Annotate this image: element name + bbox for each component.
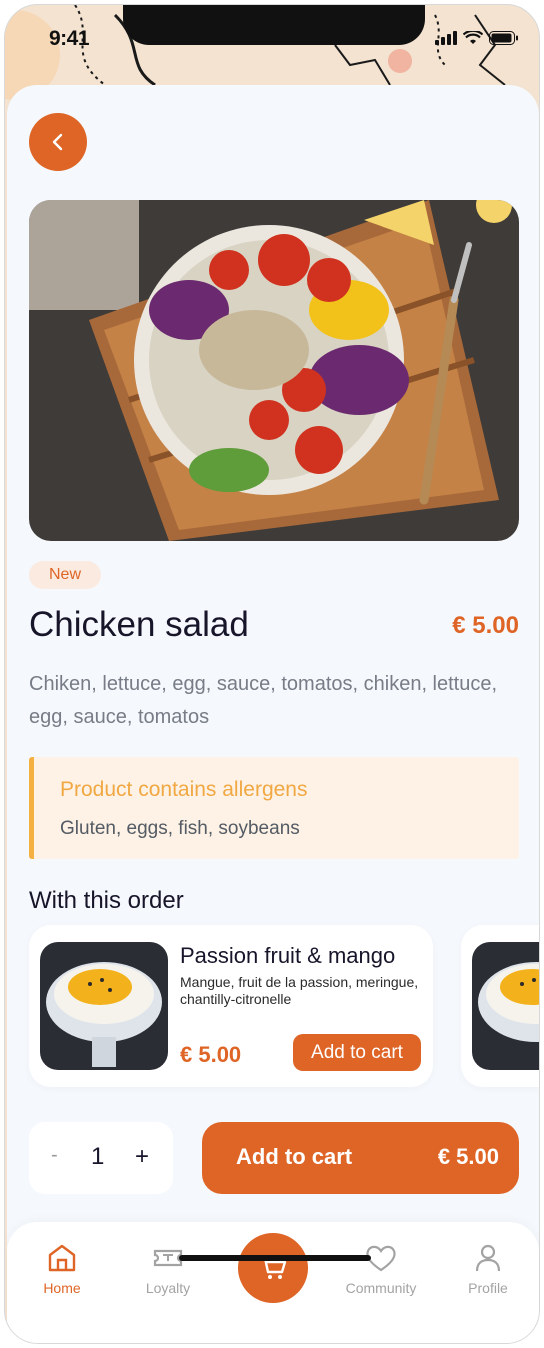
home-icon <box>48 1244 76 1272</box>
product-image <box>29 200 519 541</box>
chevron-left-icon <box>52 133 63 151</box>
dessert-image <box>40 942 168 1070</box>
add-to-cart-label: Add to cart <box>236 1144 353 1169</box>
tab-loyalty[interactable]: Loyalty <box>123 1242 213 1296</box>
tab-label: Community <box>345 1280 417 1296</box>
tab-label: Home <box>43 1280 81 1296</box>
new-badge: New <box>29 561 102 589</box>
quantity-value: 1 <box>91 1143 105 1170</box>
tab-profile[interactable]: Profile <box>443 1242 533 1296</box>
tab-label: Loyalty <box>145 1280 191 1296</box>
tab-label: Profile <box>468 1280 508 1296</box>
product-description: Chiken, lettuce, egg, sauce, tomatos, ch… <box>29 673 498 728</box>
product-price: € 5.00 <box>452 612 519 639</box>
dessert-image <box>472 942 539 1070</box>
wifi-icon <box>463 31 483 44</box>
suggestion-price: € 5.00 <box>180 1042 242 1067</box>
decrease-button[interactable]: - <box>51 1144 58 1167</box>
signal-icon <box>435 31 457 45</box>
suggestion-description: Mangue, fruit de la passion, meringue, c… <box>180 974 419 1007</box>
tab-community[interactable]: Community <box>336 1242 426 1296</box>
user-icon <box>475 1244 501 1272</box>
status-bar: 9:41 <box>5 5 539 75</box>
status-icons <box>435 31 519 45</box>
battery-icon <box>489 31 518 45</box>
suggestion-card-next[interactable] <box>461 925 539 1087</box>
quantity-stepper: - 1 + <box>29 1122 173 1194</box>
notch <box>123 5 425 45</box>
allergen-title: Product contains allergens <box>60 778 308 801</box>
suggestion-name: Passion fruit & mango <box>180 943 396 968</box>
home-indicator[interactable] <box>179 1255 371 1261</box>
suggestion-card[interactable]: Passion fruit & mango Mangue, fruit de l… <box>29 925 433 1087</box>
status-time: 9:41 <box>49 27 90 50</box>
suggestion-add-to-cart-button[interactable]: Add to cart <box>293 1034 421 1071</box>
add-to-cart-button[interactable]: Add to cart € 5.00 <box>202 1122 519 1194</box>
tab-home[interactable]: Home <box>17 1242 107 1296</box>
add-to-cart-price: € 5.00 <box>437 1144 499 1169</box>
with-order-title: With this order <box>29 887 184 914</box>
increase-button[interactable]: + <box>135 1143 149 1171</box>
phone-frame: 9:41 New Chicken salad € 5.00 Chiken, le… <box>4 4 540 1344</box>
allergen-notice: Product contains allergens Gluten, eggs,… <box>29 757 519 859</box>
cart-button[interactable] <box>238 1233 308 1303</box>
product-sheet: New Chicken salad € 5.00 Chiken, lettuce… <box>7 85 539 1343</box>
bottom-tab-bar: Home Loyalty Community Profile <box>7 1222 539 1343</box>
product-title: Chicken salad <box>29 605 249 644</box>
allergen-list: Gluten, eggs, fish, soybeans <box>60 818 300 839</box>
back-button[interactable] <box>29 113 87 171</box>
salad-bowl-image <box>29 200 519 541</box>
